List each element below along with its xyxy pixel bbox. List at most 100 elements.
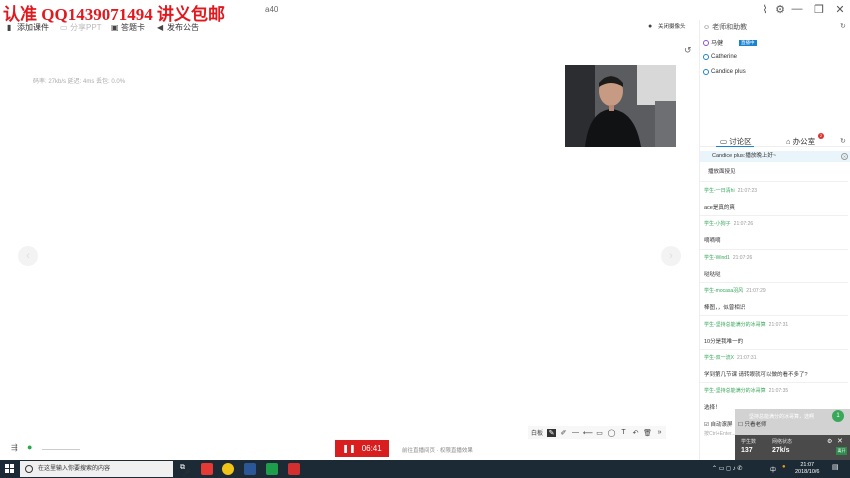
clock-date: 2018/10/6 bbox=[795, 469, 820, 475]
chat-message: 学生-小狗子 21:07:26 嘀嘀嘀 bbox=[704, 220, 846, 244]
drawing-toolbar: 白板 ✎ ✐ — ⟵ ▭ ◯ T ↶ 🗑 » bbox=[528, 426, 667, 439]
unread-count-icon[interactable]: 1 bbox=[832, 410, 844, 422]
tray-icons[interactable]: ⌃ ▭ ◻ ♪ ✆ bbox=[712, 465, 742, 472]
network-status-box: 学生数 137 网络状态 27k/s ⚙ ✕ 离开 bbox=[735, 435, 850, 460]
location-icon: ● bbox=[648, 22, 653, 30]
avatar bbox=[703, 39, 709, 46]
ellipse-tool[interactable]: ◯ bbox=[607, 429, 616, 437]
upload-speed: 27k/s bbox=[772, 447, 790, 454]
divider bbox=[700, 181, 848, 182]
add-course-label: 添加课件 bbox=[17, 23, 49, 32]
auto-scroll-checkbox[interactable]: ☑ bbox=[704, 422, 709, 428]
tray-app-icon[interactable]: ● bbox=[782, 464, 786, 470]
only-teacher-checkbox[interactable]: ☐ bbox=[738, 422, 743, 428]
minimize-icon[interactable]: — bbox=[790, 3, 804, 15]
announce-button[interactable]: ◀ 发布公告 bbox=[157, 22, 199, 33]
students-label: 学生数 bbox=[741, 439, 757, 445]
windows-taskbar: 在这里输入你要搜索的内容 🎤︎ ⧉ ⌃ ▭ ◻ ♪ ✆ 中 ● 21:07 20… bbox=[0, 460, 850, 478]
chat-input[interactable]: 按Ctrl+Enter... bbox=[704, 430, 736, 437]
close-icon[interactable]: ✕ bbox=[837, 437, 843, 445]
chat-message: 学生-坚持总能满分的冰哥算 21:07:31 10分是我唯一的 bbox=[704, 321, 846, 345]
camera-off-button[interactable]: ● 关闭摄像头 bbox=[648, 22, 686, 31]
close-icon[interactable]: ✕ bbox=[833, 3, 847, 16]
undo-tool[interactable]: ↶ bbox=[631, 429, 640, 437]
gear-icon[interactable]: ⚙ bbox=[827, 438, 832, 445]
recording-timer[interactable]: ❚❚ 06:41 bbox=[335, 440, 389, 457]
chat-user: 学生-小狗子 bbox=[704, 221, 731, 227]
input-language[interactable]: 中 bbox=[770, 465, 776, 474]
chat-bubble-icon: ▭ bbox=[720, 137, 728, 146]
refresh-members-icon[interactable]: ↻ bbox=[840, 22, 846, 30]
line-tool[interactable]: — bbox=[571, 429, 580, 436]
cortana-icon bbox=[25, 465, 33, 473]
right-panel: ☺ 老师和助教 ↻ 马健 直播中 Catherine Candice plus … bbox=[699, 20, 850, 461]
stream-stats: 码率: 27kb/s 延迟: 4ms 丢包: 0.0% bbox=[33, 79, 126, 85]
search-placeholder: 在这里输入你要搜索的内容 bbox=[38, 466, 111, 472]
microphone-icon[interactable]: ● bbox=[27, 442, 32, 452]
trash-tool[interactable]: 🗑 bbox=[643, 429, 652, 437]
chat-message: 学生-Wind1 21:07:26 哒哒哒 bbox=[704, 254, 846, 278]
app-icon-chrome[interactable] bbox=[222, 463, 234, 475]
announce-label: 发布公告 bbox=[167, 23, 199, 32]
only-teacher-label: 只看老师 bbox=[744, 422, 767, 428]
app-icon-word[interactable] bbox=[244, 463, 256, 475]
answer-card-button[interactable]: ▣ 答题卡 bbox=[111, 22, 145, 33]
chat-tabs: ▭ 讨论区 ⌂ 办公室 2 ↻ bbox=[700, 133, 850, 147]
maximize-icon[interactable]: ❐ bbox=[812, 3, 826, 16]
refresh-chat-icon[interactable]: ↻ bbox=[840, 137, 846, 145]
chat-time: 21:07:26 bbox=[733, 221, 754, 227]
rectangle-tool[interactable]: ▭ bbox=[595, 429, 604, 437]
pinned-text: Candice plus:播放晚上好~ bbox=[712, 153, 777, 159]
chat-message: 学生-坚持总能满分的冰哥算 21:07:35 选择！ bbox=[704, 387, 846, 411]
more-tools[interactable]: » bbox=[655, 429, 664, 436]
system-clock[interactable]: 21:07 2018/10/6 bbox=[795, 462, 819, 476]
taskbar-search[interactable]: 在这里输入你要搜索的内容 🎤︎ bbox=[20, 461, 191, 477]
title-bar: 认准 QQ1439071494 讲义包邮 a40 ⌇ ⚙ — ❐ ✕ bbox=[0, 0, 850, 24]
tab-office[interactable]: ⌂ 办公室 bbox=[786, 136, 815, 147]
app-icon-live[interactable] bbox=[288, 463, 300, 475]
member-name: Candice plus bbox=[711, 69, 746, 75]
text-tool[interactable]: T bbox=[619, 429, 628, 436]
whiteboard-button[interactable]: 白板 bbox=[530, 428, 544, 437]
chat-message-text: ace是真的爽 bbox=[704, 205, 735, 211]
app-icon-red[interactable] bbox=[201, 463, 213, 475]
app-icon-green[interactable] bbox=[266, 463, 278, 475]
volume-slider[interactable] bbox=[42, 449, 80, 450]
next-page-arrow[interactable]: › bbox=[661, 246, 681, 266]
pinned-announcement: Candice plus:播放晚上好~ ✕ bbox=[700, 151, 850, 162]
history-icon[interactable]: ↺ bbox=[684, 45, 692, 56]
speaker-icon[interactable]: ⇶ bbox=[11, 443, 18, 452]
ppt-icon: ▭ bbox=[60, 23, 68, 32]
office-icon: ⌂ bbox=[786, 137, 791, 146]
member-name: 马健 bbox=[711, 41, 724, 47]
teachers-icon: ☺ bbox=[703, 24, 711, 31]
avatar bbox=[703, 69, 709, 75]
member-item[interactable]: Candice plus bbox=[703, 69, 746, 75]
task-view-icon[interactable]: ⧉ bbox=[180, 464, 185, 472]
chat-message: 学生-双一流X 21:07:31 学到第几节课 请转眼就可以做的看不多了? bbox=[704, 354, 846, 378]
camera-off-label: 关闭摄像头 bbox=[658, 24, 686, 30]
share-ppt-button[interactable]: ▭ 分享PPT bbox=[60, 22, 102, 33]
leave-button[interactable]: 离开 bbox=[836, 447, 847, 455]
prev-page-arrow[interactable]: ‹ bbox=[18, 246, 38, 266]
office-count-badge: 2 bbox=[818, 133, 824, 139]
gear-icon[interactable]: ⚙ bbox=[773, 3, 787, 16]
divider bbox=[700, 282, 848, 283]
answer-card-label: 答题卡 bbox=[121, 23, 145, 32]
member-item[interactable]: 马健 直播中 bbox=[703, 38, 757, 47]
signal-icon[interactable]: ⌇ bbox=[758, 3, 772, 16]
arrow-tool[interactable]: ⟵ bbox=[583, 429, 593, 437]
chat-user: 学生-坚持总能满分的冰哥算 bbox=[704, 388, 766, 394]
add-course-button[interactable]: ▮ 添加课件 bbox=[7, 22, 49, 33]
close-pinned-icon[interactable]: ✕ bbox=[841, 153, 848, 160]
chat-message-text: 学到第几节课 请转眼就可以做的看不多了? bbox=[704, 372, 808, 378]
marker-tool[interactable]: ✐ bbox=[559, 429, 568, 437]
pen-tool[interactable]: ✎ bbox=[547, 428, 557, 437]
timer-value: 06:41 bbox=[361, 444, 382, 453]
chat-meta: 学生-坚持总能满分的冰哥算 21:07:31 bbox=[704, 321, 846, 328]
windows-start-icon[interactable] bbox=[5, 464, 15, 474]
tab-office-label: 办公室 bbox=[792, 137, 816, 146]
member-item[interactable]: Catherine bbox=[703, 54, 737, 60]
notification-icon[interactable]: ▤ bbox=[832, 463, 839, 471]
chat-user: 学生-mocasa羽风 bbox=[704, 288, 744, 294]
